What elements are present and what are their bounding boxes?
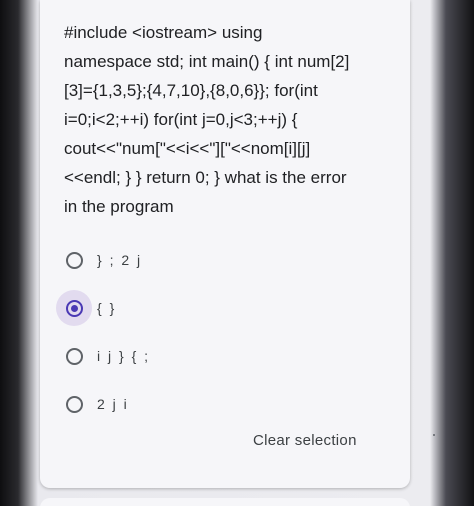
question-card: #include <iostream> using namespace std;…	[40, 0, 435, 488]
question-text: #include <iostream> using namespace std;…	[64, 18, 404, 221]
question-line: cout<<"num["<<i<<"]["<<nom[i][j]	[64, 139, 311, 158]
question-line: <<endl; } } return 0; } what is the erro…	[64, 168, 347, 187]
option-4[interactable]: 2 j i	[64, 380, 394, 428]
clear-selection-button[interactable]: Clear selection	[253, 432, 357, 449]
option-3[interactable]: i j } { ;	[64, 332, 394, 380]
option-label: 2 j i	[97, 396, 129, 412]
radio-button-checked[interactable]	[66, 299, 83, 317]
dot-marker	[433, 434, 435, 436]
option-2[interactable]: { }	[56, 284, 394, 332]
answer-options: } ; 2 j { } i j } { ; 2 j i	[56, 236, 394, 428]
question-line: in the program	[64, 197, 174, 216]
question-line: [3]={1,3,5};{4,7,10},{8,0,6}}; for(int	[64, 81, 318, 100]
question-line: #include <iostream> using	[64, 23, 263, 42]
option-label: { }	[97, 300, 117, 316]
radio-button-unchecked[interactable]	[66, 251, 83, 269]
option-label: } ; 2 j	[97, 252, 143, 268]
option-1[interactable]: } ; 2 j	[64, 236, 394, 284]
radio-button-unchecked[interactable]	[66, 395, 83, 413]
question-line: i=0;i<2;++i) for(int j=0,j<3;++j) {	[64, 110, 298, 129]
phone-screen: #include <iostream> using namespace std;…	[0, 0, 474, 506]
option-label: i j } { ;	[97, 348, 151, 364]
next-question-card	[40, 498, 410, 506]
radio-button-unchecked[interactable]	[66, 347, 83, 365]
question-line: namespace std; int main() { int num[2]	[64, 52, 350, 71]
